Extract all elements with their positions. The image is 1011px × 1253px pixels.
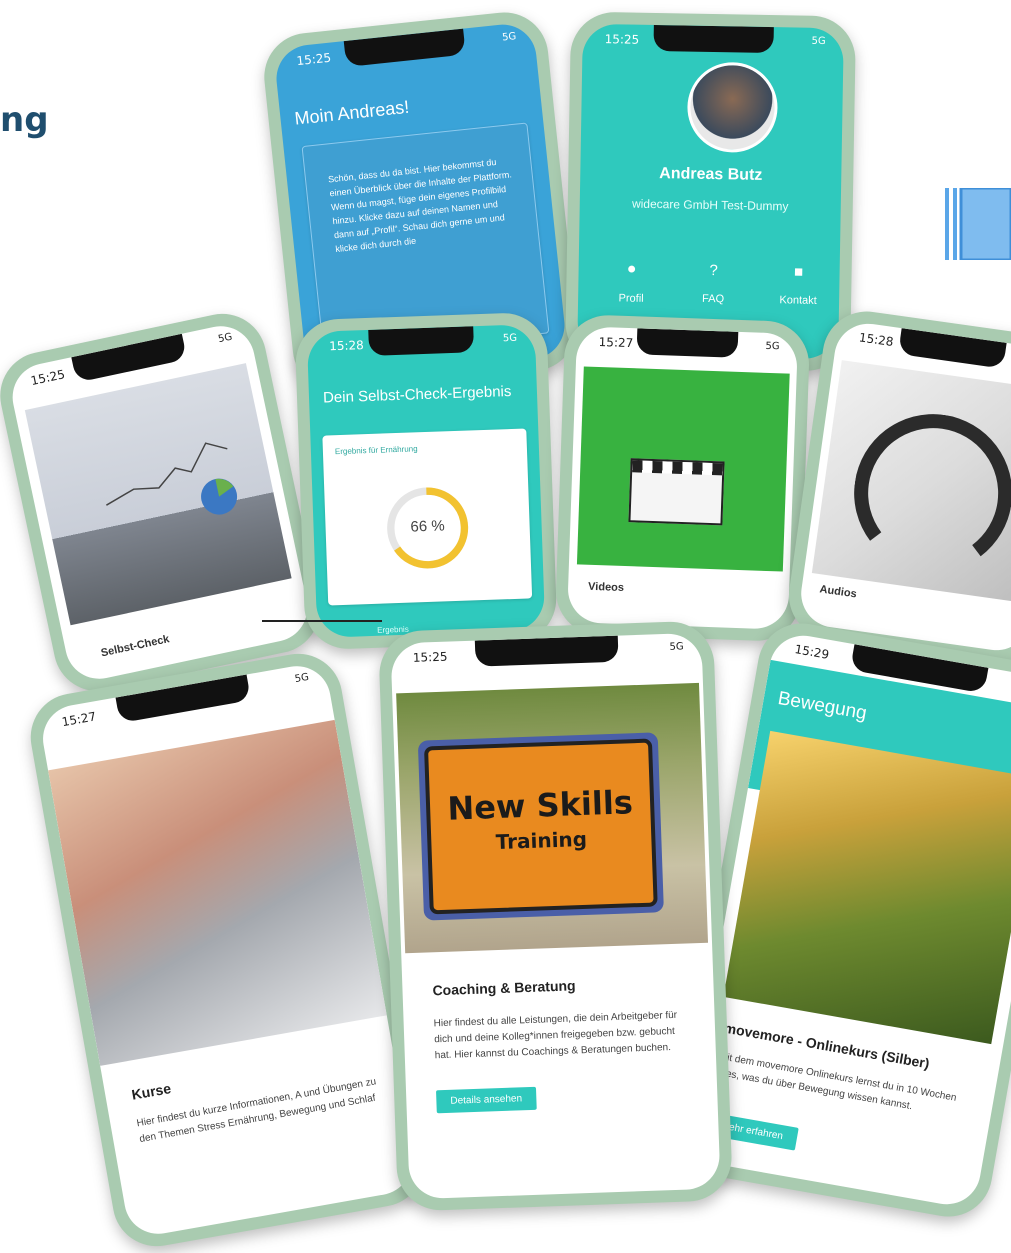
headphones-photo <box>811 360 1011 603</box>
magazines-laptop-photo <box>48 719 387 1066</box>
phone-notch <box>652 24 774 54</box>
sign-line-2: Training <box>495 826 588 855</box>
result-card-label: Ergebnis für Ernährung <box>334 444 418 457</box>
page-headline: ng <box>0 100 49 140</box>
phone-kurse: 15:27 5G Kurse Hier findest du kurze Inf… <box>23 646 432 1253</box>
nav-faq[interactable]: ? FAQ <box>688 262 739 306</box>
result-screen: 15:28 5G Dein Selbst-Check-Ergebnis Erge… <box>306 324 546 638</box>
clapperboard-icon <box>628 458 725 526</box>
kurse-screen: 15:27 5G Kurse Hier findest du kurze Inf… <box>37 660 418 1240</box>
phone-notch <box>368 326 474 356</box>
question-icon: ? <box>709 261 718 280</box>
phone-notch <box>71 333 188 383</box>
clapperboard-photo <box>576 366 790 572</box>
coaching-text: Hier findest du alle Leistungen, die dei… <box>433 1009 678 1062</box>
runner-photo <box>723 730 1011 1045</box>
phone-notch <box>115 674 252 724</box>
kurse-text: Hier findest du kurze Informationen, A u… <box>135 1076 378 1146</box>
phone-videos: 15:27 5G Videos <box>554 313 811 643</box>
selfcheck-screen[interactable]: 15:25 5G Selbst-Check <box>6 319 314 686</box>
decorative-bars-icon <box>945 188 1011 260</box>
result-title: Dein Selbst-Check-Ergebnis <box>322 382 512 407</box>
result-percent: 66 % <box>410 517 445 536</box>
profile-name[interactable]: Andreas Butz <box>580 164 841 187</box>
audios-screen[interactable]: 15:28 Audios <box>796 319 1011 655</box>
tile-label: Videos <box>587 580 625 595</box>
sign-line-1: New Skills <box>446 783 634 828</box>
phone-notch <box>343 28 466 68</box>
profile-screen: 15:25 5G Andreas Butz widecare GmbH Test… <box>577 23 844 360</box>
coaching-screen: 15:25 5G New Skills Training Coaching & … <box>390 632 721 1200</box>
headphones-icon <box>843 403 1011 583</box>
laptop-photo <box>24 363 292 626</box>
phone-selfcheck: 15:25 5G Selbst-Check <box>0 305 328 700</box>
connector-line <box>262 620 382 622</box>
profile-nav: ● Profil ? FAQ ■ Kontakt <box>578 260 840 325</box>
details-ansehen-button[interactable]: Details ansehen <box>436 1086 537 1114</box>
phone-coaching: 15:25 5G New Skills Training Coaching & … <box>377 620 734 1212</box>
avatar[interactable] <box>686 61 779 154</box>
nav-kontakt[interactable]: ■ Kontakt <box>768 263 829 307</box>
new-skills-sign-photo: New Skills Training <box>396 682 709 954</box>
road-sign: New Skills Training <box>417 732 664 921</box>
welcome-greeting: Moin Andreas! <box>293 96 411 129</box>
user-icon: ● <box>626 260 637 278</box>
coaching-title: Coaching & Beratung <box>432 977 576 999</box>
result-footer: Ergebnis <box>377 624 409 635</box>
phone-notch <box>897 328 1007 369</box>
chat-icon: ■ <box>793 263 804 281</box>
phone-result: 15:28 5G Dein Selbst-Check-Ergebnis Erge… <box>294 311 558 651</box>
tile-label: Audios <box>818 583 858 601</box>
bewegung-screen: 15:29 Bewegung movemore - Onlinekurs (Si… <box>682 630 1011 1210</box>
phone-notch <box>635 328 739 358</box>
tile-label: Selbst-Check <box>99 633 171 660</box>
chart-screen-icon <box>106 442 238 515</box>
phone-notch <box>474 635 619 667</box>
welcome-text: Schön, dass du da bist. Hier bekommst du… <box>327 156 513 255</box>
nav-profil[interactable]: ● Profil <box>606 260 657 305</box>
videos-screen[interactable]: 15:27 5G Videos <box>566 326 799 630</box>
kurse-title: Kurse <box>130 1080 173 1103</box>
profile-company: widecare GmbH Test-Dummy <box>631 196 789 214</box>
result-card: Ergebnis für Ernährung 66 % <box>322 428 533 606</box>
